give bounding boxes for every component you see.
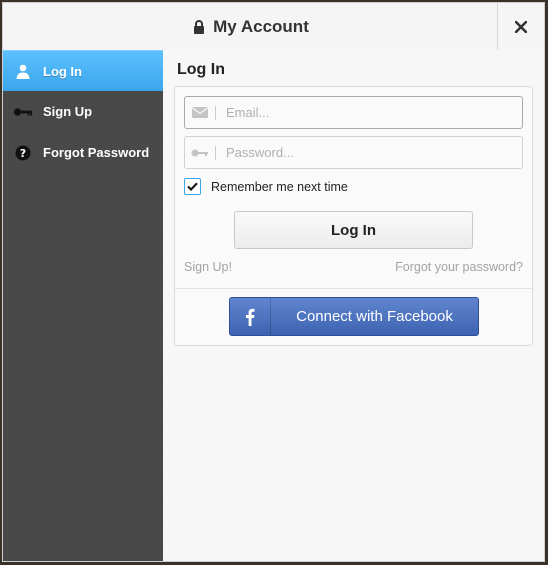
facebook-connect-button[interactable]: Connect with Facebook bbox=[229, 297, 479, 336]
field-separator bbox=[215, 145, 216, 160]
login-button[interactable]: Log In bbox=[234, 211, 473, 249]
field-separator bbox=[215, 105, 216, 120]
my-account-modal: My Account Log In Sign Up ? Forgot Passw… bbox=[2, 2, 545, 562]
main-panel: Log In Email... Remember me next time Lo… bbox=[163, 50, 544, 561]
svg-text:?: ? bbox=[20, 147, 26, 160]
lock-icon bbox=[193, 19, 205, 34]
remember-label[interactable]: Remember me next time bbox=[211, 180, 348, 194]
facebook-icon bbox=[230, 298, 271, 335]
divider bbox=[175, 288, 532, 289]
close-button[interactable] bbox=[497, 3, 544, 50]
forgot-password-link[interactable]: Forgot your password? bbox=[395, 260, 523, 274]
remember-checkbox[interactable] bbox=[184, 178, 201, 195]
sidebar: Log In Sign Up ? Forgot Password bbox=[3, 50, 163, 561]
signup-link[interactable]: Sign Up! bbox=[184, 260, 232, 274]
sidebar-item-log-in[interactable]: Log In bbox=[3, 50, 163, 91]
sidebar-item-label: Forgot Password bbox=[43, 145, 150, 160]
envelope-icon bbox=[185, 107, 215, 118]
password-field[interactable] bbox=[184, 136, 523, 169]
close-icon bbox=[515, 20, 527, 33]
modal-header: My Account bbox=[3, 3, 544, 51]
checkmark-icon bbox=[187, 182, 198, 191]
login-form: Remember me next time Log In Sign Up! Fo… bbox=[174, 86, 533, 346]
email-field[interactable] bbox=[184, 96, 523, 129]
facebook-button-label: Connect with Facebook bbox=[296, 308, 453, 325]
page-title: Log In bbox=[177, 61, 225, 78]
user-icon bbox=[13, 64, 33, 79]
key-icon bbox=[185, 149, 215, 157]
sidebar-item-label: Sign Up bbox=[43, 104, 93, 119]
sidebar-item-forgot-password[interactable]: ? Forgot Password bbox=[3, 132, 163, 173]
key-icon bbox=[13, 107, 33, 117]
sidebar-item-sign-up[interactable]: Sign Up bbox=[3, 91, 163, 132]
remember-me: Remember me next time bbox=[184, 178, 348, 195]
email-input[interactable] bbox=[224, 104, 518, 121]
modal-title-text: My Account bbox=[213, 16, 309, 36]
password-input[interactable] bbox=[224, 144, 518, 161]
sidebar-item-label: Log In bbox=[43, 63, 82, 79]
question-icon: ? bbox=[13, 145, 33, 161]
modal-title: My Account bbox=[3, 3, 499, 50]
